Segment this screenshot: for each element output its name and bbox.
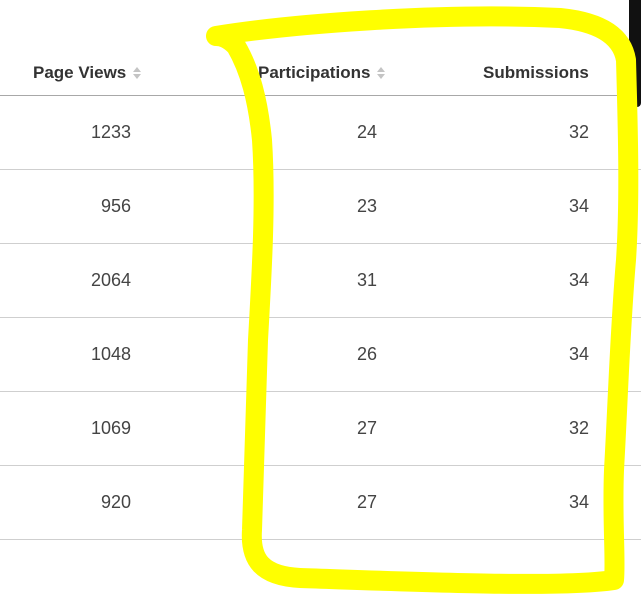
column-header-submissions: Submissions <box>483 63 589 83</box>
cell-submissions: 32 <box>568 418 589 438</box>
cell-page-views: 920 <box>100 492 131 512</box>
column-header-page-views[interactable]: Page Views <box>33 63 142 83</box>
table-row: 920 27 34 <box>0 466 641 540</box>
cell-submissions: 34 <box>568 196 589 216</box>
cell-submissions: 34 <box>568 492 589 512</box>
cell-submissions: 32 <box>568 122 589 142</box>
column-header-label: Submissions <box>483 63 589 82</box>
cell-participations: 27 <box>356 418 377 438</box>
cell-participations: 24 <box>356 122 377 142</box>
column-header-label: Page Views <box>33 63 127 82</box>
table-row: 1048 26 34 <box>0 318 641 392</box>
sort-icon[interactable] <box>377 67 386 79</box>
table-row: 2064 31 34 <box>0 244 641 318</box>
cell-page-views: 956 <box>100 196 131 216</box>
table-row: 1233 24 32 <box>0 96 641 170</box>
scrollbar-thumb[interactable] <box>629 0 641 107</box>
table-header: Page Views Participations Submissions <box>0 0 641 96</box>
table-row: 956 23 34 <box>0 170 641 244</box>
sort-icon[interactable] <box>133 67 142 79</box>
cell-participations: 23 <box>356 196 377 216</box>
column-header-participations[interactable]: Participations <box>258 63 386 83</box>
data-table: Page Views Participations Submissions 12… <box>0 0 641 540</box>
cell-submissions: 34 <box>568 270 589 290</box>
column-header-label: Participations <box>258 63 371 82</box>
cell-participations: 27 <box>356 492 377 512</box>
cell-submissions: 34 <box>568 344 589 364</box>
cell-participations: 31 <box>356 270 377 290</box>
cell-page-views: 1069 <box>90 418 131 438</box>
cell-page-views: 2064 <box>90 270 131 290</box>
table-row: 1069 27 32 <box>0 392 641 466</box>
cell-page-views: 1048 <box>90 344 131 364</box>
cell-page-views: 1233 <box>90 122 131 142</box>
cell-participations: 26 <box>356 344 377 364</box>
